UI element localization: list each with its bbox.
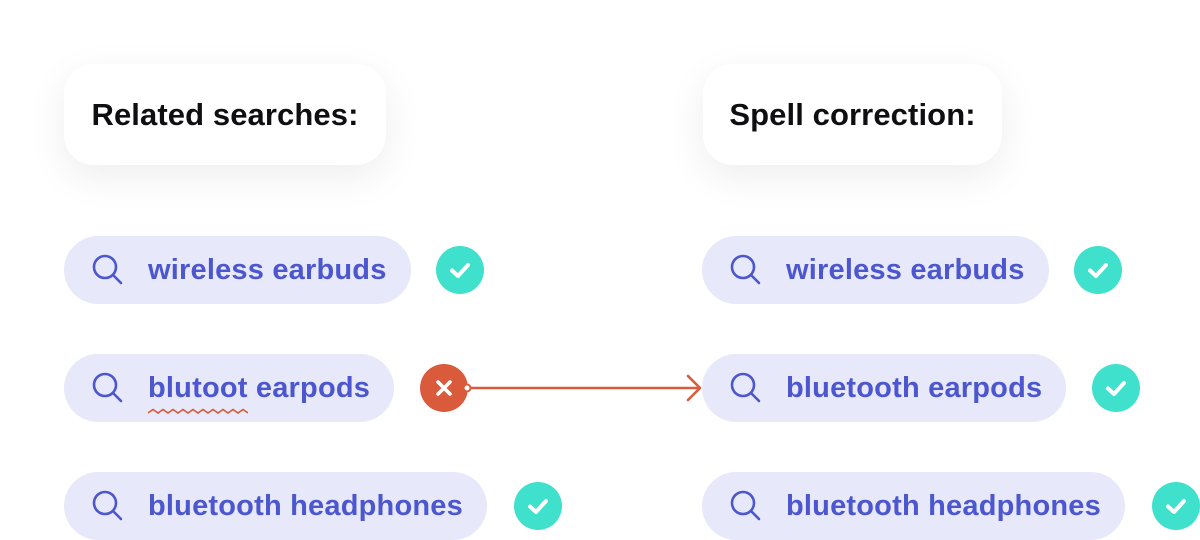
spell-correction-title: Spell correction:: [729, 96, 976, 132]
corrected-search-chip[interactable]: bluetooth earpods: [702, 354, 1067, 422]
related-searches-title: Related searches:: [91, 96, 359, 132]
term-rest-text: earpods: [247, 371, 371, 404]
search-term: bluetooth headphones: [148, 489, 463, 522]
x-icon: [420, 364, 468, 412]
misspelled-word: blutoot: [148, 371, 248, 414]
search-term: wireless earbuds: [786, 253, 1025, 286]
spell-correction-header: Spell correction:: [703, 64, 1002, 165]
search-term: wireless earbuds: [148, 253, 387, 286]
corrected-search-chip[interactable]: wireless earbuds: [702, 236, 1049, 304]
search-icon: [730, 490, 761, 521]
spellcheck-underline: [148, 408, 248, 414]
correction-arrow: [462, 374, 702, 402]
search-term: blutoot earpods: [148, 371, 371, 414]
search-icon: [92, 372, 123, 403]
search-icon: [92, 254, 123, 285]
related-searches-header: Related searches:: [64, 64, 386, 165]
check-icon: [436, 246, 484, 294]
check-icon: [1152, 482, 1200, 530]
search-term: bluetooth earpods: [786, 371, 1043, 404]
check-icon: [1092, 364, 1140, 412]
search-icon: [92, 490, 123, 521]
corrected-search-chip[interactable]: bluetooth headphones: [702, 472, 1125, 540]
related-search-chip[interactable]: bluetooth headphones: [64, 472, 487, 540]
related-search-chip-misspelled[interactable]: blutoot earpods: [64, 354, 395, 422]
search-icon: [730, 254, 761, 285]
misspelled-word-text: blutoot: [148, 371, 248, 404]
search-icon: [730, 372, 761, 403]
check-icon: [1074, 246, 1122, 294]
search-term: bluetooth headphones: [786, 489, 1101, 522]
related-search-chip[interactable]: wireless earbuds: [64, 236, 411, 304]
check-icon: [514, 482, 562, 530]
